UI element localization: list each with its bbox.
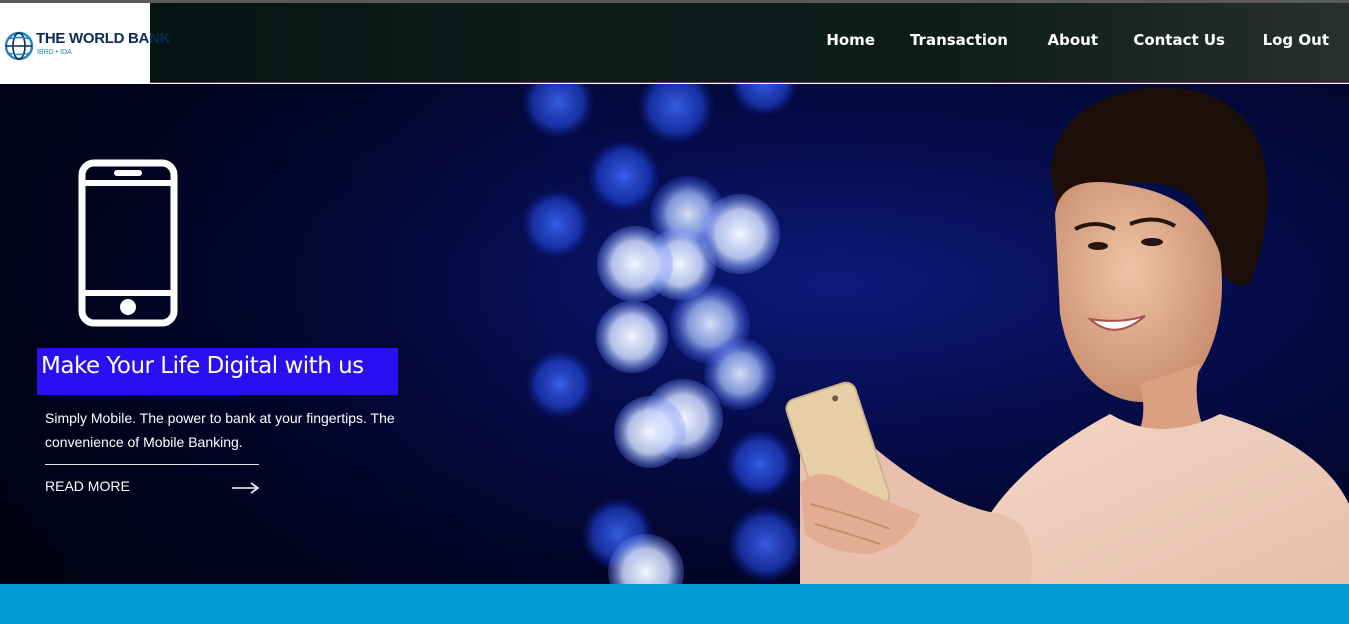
nav-log-out[interactable]: Log Out (1263, 31, 1329, 49)
woman-with-phone-image (785, 87, 1349, 584)
hero-divider (45, 464, 259, 465)
arrow-right-icon[interactable] (232, 482, 259, 494)
site-header: THE WORLD BANK IBRD • IDA Home Transacti… (0, 3, 1349, 83)
brand-subtitle: IBRD • IDA (37, 49, 72, 56)
brand-name: THE WORLD BANK (36, 30, 171, 47)
mobile-phone-icon (78, 159, 178, 327)
brand-logo[interactable]: THE WORLD BANK IBRD • IDA (0, 3, 170, 83)
footer-band (0, 584, 1349, 624)
nav-home[interactable]: Home (826, 31, 875, 49)
globe-icon (4, 31, 34, 61)
nav-transaction[interactable]: Transaction (910, 31, 1008, 49)
hero-description: Simply Mobile. The power to bank at your… (45, 410, 395, 450)
read-more-link[interactable]: READ MORE (45, 478, 130, 494)
hero-banner: Make Your Life Digital with us Simply Mo… (0, 84, 1349, 584)
nav-about[interactable]: About (1047, 31, 1098, 49)
hero-headline: Make Your Life Digital with us (37, 348, 398, 395)
nav-contact-us[interactable]: Contact Us (1133, 31, 1225, 49)
